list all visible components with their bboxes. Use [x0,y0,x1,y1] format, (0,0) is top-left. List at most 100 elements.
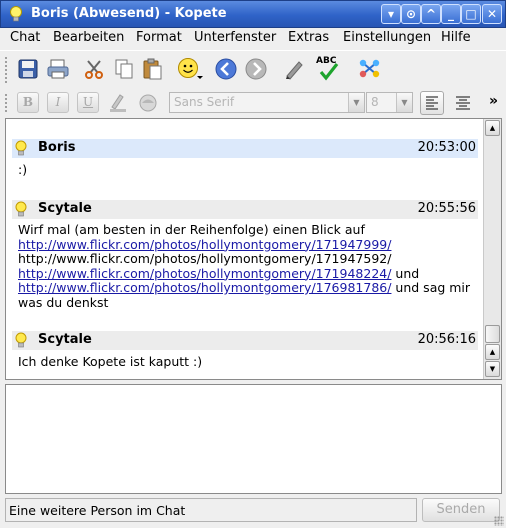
spellcheck-label: ABC [316,56,337,66]
message-input[interactable] [5,384,502,494]
title-bar[interactable]: Boris (Abwesend) - Kopete ▾ ⊙ ^ _ □ ✕ [0,0,506,28]
status-text: Eine weitere Person im Chat [9,503,186,518]
message-text: http://www.flickr.com/photos/hollymontgo… [18,251,392,266]
menu-chat[interactable]: Chat [10,30,40,45]
message-link[interactable]: http://www.flickr.com/photos/hollymontgo… [18,280,391,295]
paste-button[interactable] [138,55,166,83]
align-left-icon [426,96,438,110]
message-body: Ich denke Kopete ist kaputt :) [18,354,478,370]
menu-extras[interactable]: Extras [288,30,329,45]
menu-bar: Chat Bearbeiten Format Unterfenster Extr… [0,28,506,50]
cut-icon [85,60,103,79]
message-text: Ich denke Kopete ist kaputt :) [18,354,203,369]
arrow-down-icon: ▼ [489,365,496,373]
forward-icon [245,58,267,80]
window-menu-button[interactable]: ▾ [381,4,401,24]
status-bulb-icon [15,332,27,348]
status-bar: Eine weitere Person im Chat [5,498,417,522]
message-nick[interactable]: Boris [38,140,75,155]
message-nick[interactable]: Scytale [38,332,92,347]
print-button[interactable] [44,55,72,83]
spellcheck-button[interactable]: ABC [314,55,342,83]
message-nick[interactable]: Scytale [38,201,92,216]
sticky-icon: ⊙ [405,7,417,21]
bold-button[interactable]: B [17,92,39,113]
message-link[interactable]: http://www.flickr.com/photos/hollymontgo… [18,237,391,252]
minimize-icon: _ [448,7,454,21]
scroll-down-button[interactable]: ▼ [485,361,500,377]
scroll-up-button[interactable]: ▲ [485,120,500,136]
chat-view[interactable]: Boris 20:53:00 :) Scytale 20:55:56 Wirf … [5,118,502,380]
menu-bearbeiten[interactable]: Bearbeiten [53,30,124,45]
pen-button[interactable] [280,55,308,83]
sticky-button[interactable]: ⊙ [401,4,421,24]
kopete-bulb-icon[interactable] [7,5,25,23]
contacts-icon [359,59,380,78]
font-size-select[interactable]: 8 ▼ [366,92,413,113]
scroll-up-button-2[interactable]: ▲ [485,344,500,360]
font-family-value: Sans Serif [174,95,235,109]
resize-grip[interactable] [494,516,504,526]
align-center-icon [456,96,470,110]
message-time: 20:56:16 [417,332,476,347]
contacts-button[interactable] [356,55,384,83]
message-body: :) [18,162,478,178]
scroll-thumb[interactable] [485,325,500,343]
shade-button[interactable]: ^ [421,4,441,24]
menu-einstellungen[interactable]: Einstellungen [343,30,431,45]
smiley-button[interactable] [176,55,204,83]
background-color-button[interactable] [134,89,162,117]
close-button[interactable]: ✕ [482,4,502,24]
back-icon [215,58,237,80]
copy-icon [115,59,133,79]
status-bulb-icon [15,140,27,156]
message-time: 20:53:00 [417,140,476,155]
window-title: Boris (Abwesend) - Kopete [31,6,227,21]
chevron-down-icon: ▼ [396,93,412,112]
format-toolbar: B I U Sans Serif ▼ 8 ▼ » [0,88,506,118]
paste-icon [143,58,162,80]
status-bulb-icon [15,201,27,217]
menu-hilfe[interactable]: Hilfe [441,30,471,45]
toolbar-grip[interactable] [4,56,8,83]
toolbar-grip-2[interactable] [4,93,8,113]
underline-button[interactable]: U [77,92,99,113]
message-header: Scytale 20:55:56 [12,200,478,219]
message-text: Wirf mal (am besten in der Reihenfolge) … [18,222,365,237]
cut-button[interactable] [80,55,108,83]
pen-icon [286,61,303,80]
menu-format[interactable]: Format [136,30,182,45]
font-size-value: 8 [371,95,379,109]
message-text: und sag mir [391,280,471,295]
save-button[interactable] [14,55,42,83]
message-link[interactable]: http://www.flickr.com/photos/hollymontgo… [18,266,391,281]
maximize-button[interactable]: □ [461,4,481,24]
align-center-button[interactable] [451,91,475,115]
arrow-up-icon: ▲ [489,124,496,132]
align-left-button[interactable] [420,91,444,115]
shade-icon: ^ [425,7,437,21]
chat-scrollbar[interactable]: ▲ ▲ ▼ [483,119,501,379]
menu-unterfenster[interactable]: Unterfenster [194,30,276,45]
text-color-button[interactable] [104,89,132,117]
italic-button[interactable]: I [47,92,69,113]
back-button[interactable] [212,55,240,83]
font-family-select[interactable]: Sans Serif ▼ [169,92,365,113]
arrow-up-icon: ▲ [489,348,496,356]
smiley-icon [178,58,203,79]
main-toolbar: ABC [0,50,506,88]
text-color-icon [110,94,126,112]
print-icon [47,59,69,79]
message-text: und [391,265,420,281]
forward-button[interactable] [242,55,270,83]
close-icon: ✕ [486,7,498,21]
copy-button[interactable] [110,55,138,83]
maximize-icon: □ [465,7,477,21]
send-button[interactable]: Senden [422,498,500,522]
message-header: Scytale 20:56:16 [12,331,478,350]
toolbar-overflow-button[interactable]: » [489,93,498,109]
minimize-button[interactable]: _ [441,4,461,24]
message-time: 20:55:56 [417,201,476,216]
background-color-icon [139,94,157,112]
window-menu-icon: ▾ [387,7,395,21]
